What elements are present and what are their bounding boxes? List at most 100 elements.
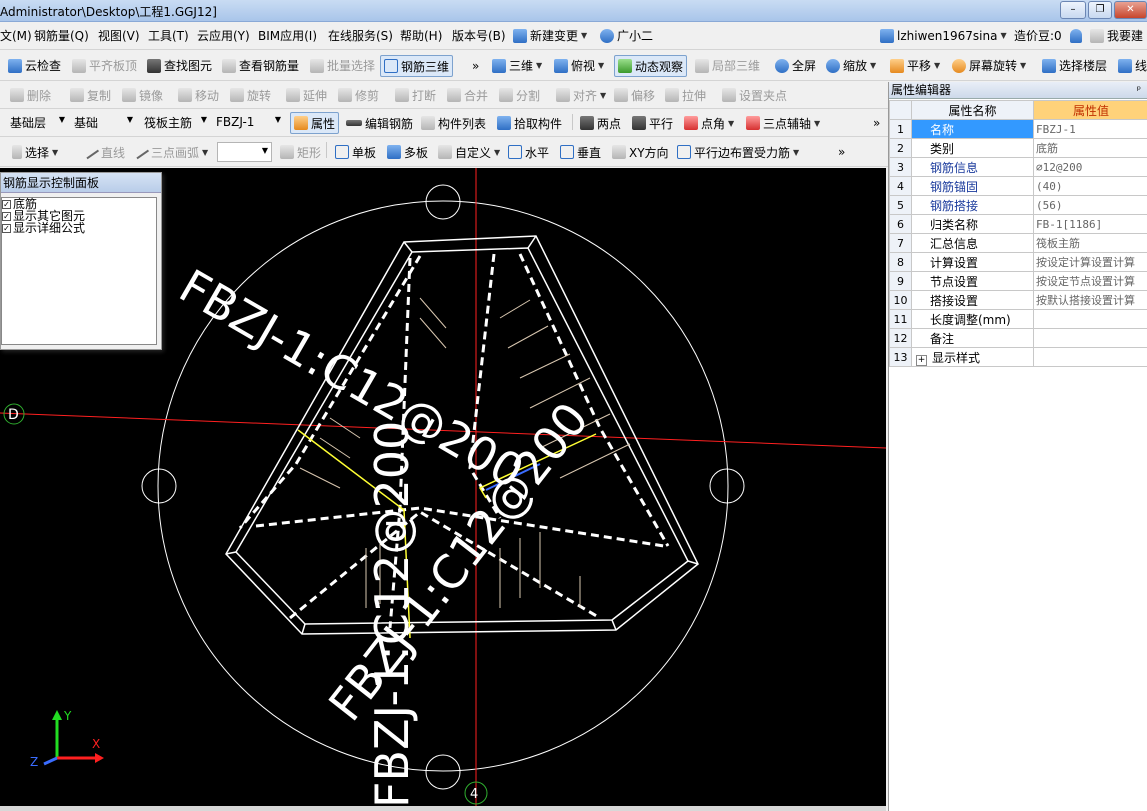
multi-board-button[interactable]: 多板 bbox=[387, 138, 428, 166]
property-value[interactable]: 底筋 bbox=[1033, 138, 1147, 158]
property-value[interactable]: FBZJ-1 bbox=[1033, 119, 1147, 139]
checkbox-icon[interactable]: ✓ bbox=[2, 223, 11, 233]
offset-button[interactable]: 偏移 bbox=[614, 82, 655, 108]
property-value[interactable]: 按设定计算设置计算 bbox=[1033, 252, 1147, 272]
minimize-button[interactable]: – bbox=[1060, 1, 1086, 19]
full-screen-button[interactable]: 全屏 bbox=[775, 51, 816, 80]
checkbox-icon[interactable]: ✓ bbox=[2, 211, 11, 221]
table-row[interactable]: 13 + 显示样式 bbox=[889, 347, 1147, 367]
single-board-button[interactable]: 单板 bbox=[335, 138, 376, 166]
xy-direction-button[interactable]: XY方向 bbox=[612, 138, 669, 166]
menu-tools[interactable]: 工具(T) bbox=[148, 22, 189, 49]
menu-bim[interactable]: BIM应用(I) bbox=[258, 22, 317, 49]
find-element-button[interactable]: 查找图元 bbox=[147, 51, 212, 80]
table-row[interactable]: 4 钢筋锚固 (40) bbox=[889, 176, 1147, 196]
dynamic-view-button[interactable]: 动态观察 bbox=[614, 55, 688, 77]
canvas-scrollbar[interactable] bbox=[0, 806, 886, 811]
edit-rebar-button[interactable]: 编辑钢筋 bbox=[346, 110, 413, 136]
align-button[interactable]: 对齐 ▼ bbox=[556, 82, 606, 108]
menu-version[interactable]: 版本号(B) bbox=[452, 22, 506, 49]
property-value[interactable] bbox=[1033, 309, 1147, 329]
notification-bell[interactable] bbox=[1070, 22, 1085, 49]
user-account[interactable]: lzhiwen1967sina ▼ bbox=[880, 22, 1007, 49]
table-row[interactable]: 7 汇总信息 筏板主筋 bbox=[889, 233, 1147, 253]
category-select[interactable]: 基础 ▼ bbox=[70, 112, 136, 132]
merge-button[interactable]: 合并 bbox=[447, 82, 488, 108]
table-row[interactable]: 5 钢筋搭接 (56) bbox=[889, 195, 1147, 215]
expand-icon[interactable]: + bbox=[916, 354, 927, 366]
trim-button[interactable]: 修剪 bbox=[338, 82, 379, 108]
split-button[interactable]: 分割 bbox=[499, 82, 540, 108]
property-value[interactable]: (56) bbox=[1033, 195, 1147, 215]
line-button[interactable]: 线 bbox=[1118, 51, 1147, 80]
select-button[interactable]: 选择 ▼ bbox=[12, 138, 58, 166]
table-row[interactable]: 9 节点设置 按设定节点设置计算 bbox=[889, 271, 1147, 291]
menu-file[interactable]: 文(M) bbox=[0, 22, 32, 49]
property-button[interactable]: 属性 bbox=[290, 112, 340, 134]
parallel-button[interactable]: 平行 bbox=[632, 110, 673, 136]
property-value[interactable]: 按设定节点设置计算 bbox=[1033, 271, 1147, 291]
screen-rotate-button[interactable]: 屏幕旋转 ▼ bbox=[952, 51, 1026, 80]
mirror-button[interactable]: 镜像 bbox=[122, 82, 163, 108]
element-select[interactable]: FBZJ-1 ▼ bbox=[212, 112, 284, 132]
pan-button[interactable]: 平移 ▼ bbox=[890, 51, 940, 80]
three-d-button[interactable]: 三维 ▼ bbox=[492, 51, 542, 80]
move-button[interactable]: 移动 bbox=[178, 82, 219, 108]
floor-select[interactable]: 基础层 ▼ bbox=[6, 112, 68, 132]
extend-button[interactable]: 延伸 bbox=[286, 82, 327, 108]
parallel-edge-button[interactable]: 平行边布置受力筋 ▼ bbox=[677, 138, 799, 166]
menu-online[interactable]: 在线服务(S) bbox=[328, 22, 393, 49]
flush-top-button[interactable]: 平齐板顶 bbox=[72, 51, 137, 80]
table-row[interactable]: 10 搭接设置 按默认搭接设置计算 bbox=[889, 290, 1147, 310]
arc-button[interactable]: 三点画弧 ▼ bbox=[132, 138, 208, 166]
expand-chevron-3[interactable]: » bbox=[838, 138, 845, 166]
vertical-button[interactable]: 垂直 bbox=[560, 138, 601, 166]
property-value[interactable]: FB-1[1186] bbox=[1033, 214, 1147, 234]
horizontal-button[interactable]: 水平 bbox=[508, 138, 549, 166]
select-floor-button[interactable]: 选择楼层 bbox=[1042, 51, 1107, 80]
three-point-axis-button[interactable]: 三点辅轴 ▼ bbox=[746, 110, 820, 136]
menu-cloud[interactable]: 云应用(Y) bbox=[197, 22, 250, 49]
delete-button[interactable]: 删除 bbox=[10, 82, 51, 108]
expand-chevron-1[interactable]: » bbox=[472, 51, 479, 80]
help-link[interactable]: 我要建 bbox=[1090, 22, 1143, 49]
local-3d-button[interactable]: 局部三维 bbox=[695, 51, 760, 80]
property-value[interactable]: (40) bbox=[1033, 176, 1147, 196]
property-value[interactable]: 筏板主筋 bbox=[1033, 233, 1147, 253]
set-grip-button[interactable]: 设置夹点 bbox=[722, 82, 787, 108]
rebar-3d-button[interactable]: 钢筋三维 bbox=[380, 55, 454, 77]
line-draw-button[interactable]: 直线 bbox=[82, 138, 125, 166]
table-row[interactable]: 1 名称 FBZJ-1 bbox=[889, 119, 1147, 139]
rotate-button[interactable]: 旋转 bbox=[230, 82, 271, 108]
maximize-button[interactable]: ❐ bbox=[1088, 1, 1112, 19]
copy-button[interactable]: 复制 bbox=[70, 82, 111, 108]
menu-view[interactable]: 视图(V) bbox=[98, 22, 140, 49]
close-button[interactable]: ✕ bbox=[1114, 1, 1147, 19]
batch-select-button[interactable]: 批量选择 bbox=[310, 51, 375, 80]
break-button[interactable]: 打断 bbox=[395, 82, 436, 108]
two-points-button[interactable]: 两点 bbox=[580, 110, 621, 136]
option-show-formula[interactable]: ✓ 显示详细公式 bbox=[2, 222, 156, 234]
property-value[interactable] bbox=[1033, 328, 1147, 348]
cloud-check-button[interactable]: 云检查 bbox=[8, 51, 61, 80]
pick-member-button[interactable]: 拾取构件 bbox=[497, 110, 562, 136]
expand-chevron-2[interactable]: » bbox=[873, 110, 880, 136]
point-angle-button[interactable]: 点角 ▼ bbox=[684, 110, 734, 136]
menu-help[interactable]: 帮助(H) bbox=[400, 22, 442, 49]
table-row[interactable]: 3 钢筋信息 ⌀12@200 bbox=[889, 157, 1147, 177]
table-row[interactable]: 11 长度调整(mm) bbox=[889, 309, 1147, 329]
property-value[interactable] bbox=[1033, 347, 1147, 367]
type-select[interactable]: 筏板主筋 ▼ bbox=[140, 112, 210, 132]
zoom-button[interactable]: 缩放 ▼ bbox=[826, 51, 876, 80]
table-row[interactable]: 6 归类名称 FB-1[1186] bbox=[889, 214, 1147, 234]
rect-button[interactable]: 矩形 bbox=[280, 138, 321, 166]
top-view-button[interactable]: 俯视 ▼ bbox=[554, 51, 604, 80]
checkbox-icon[interactable]: ✓ bbox=[2, 199, 11, 209]
property-value[interactable]: ⌀12@200 bbox=[1033, 157, 1147, 177]
view-rebar-qty-button[interactable]: 查看钢筋量 bbox=[222, 51, 299, 80]
member-list-button[interactable]: 构件列表 bbox=[421, 110, 486, 136]
custom-button[interactable]: 自定义 ▼ bbox=[438, 138, 500, 166]
table-row[interactable]: 12 备注 bbox=[889, 328, 1147, 348]
menu-rebar-qty[interactable]: 钢筋量(Q) bbox=[34, 22, 89, 49]
property-value[interactable]: 按默认搭接设置计算 bbox=[1033, 290, 1147, 310]
